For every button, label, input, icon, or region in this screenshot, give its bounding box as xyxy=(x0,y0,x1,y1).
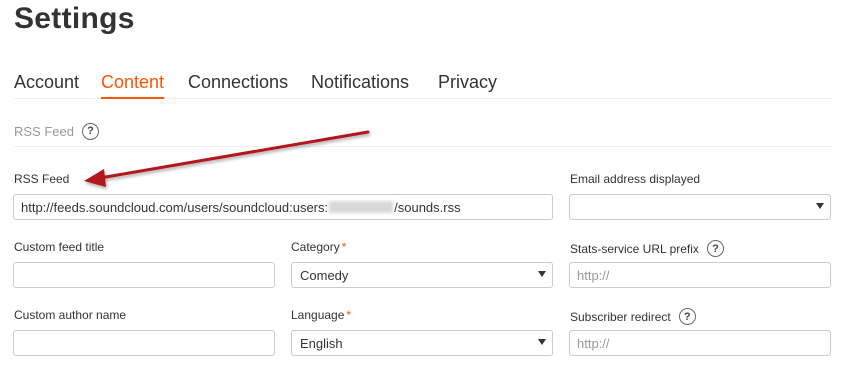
red-arrow-icon xyxy=(84,130,370,187)
